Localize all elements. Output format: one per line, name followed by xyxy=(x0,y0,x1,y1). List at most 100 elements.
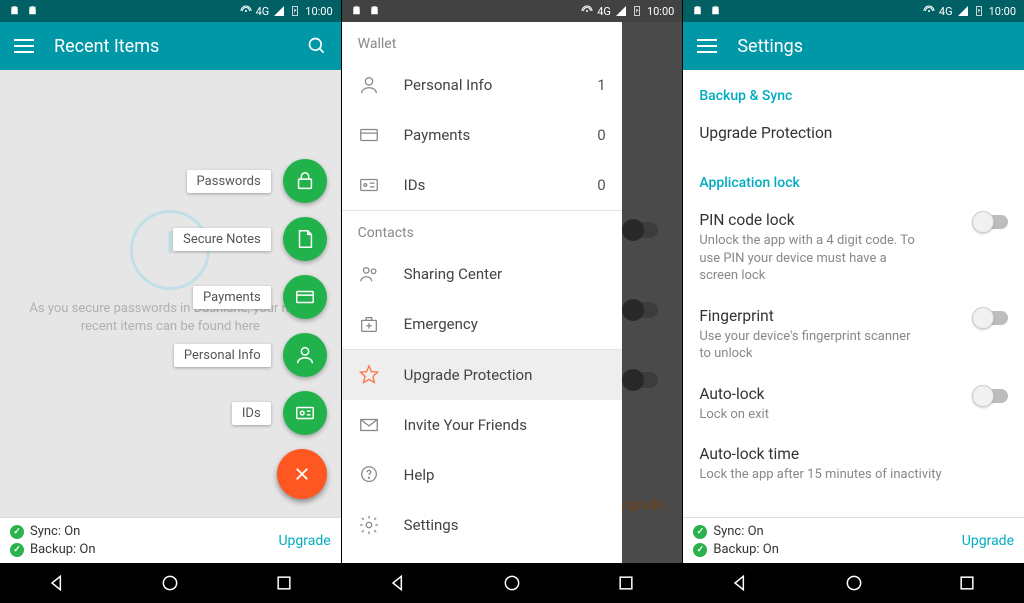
search-icon[interactable] xyxy=(307,36,327,56)
drawer-item-help[interactable]: Help xyxy=(342,450,622,500)
drawer-item-settings[interactable]: Settings xyxy=(342,500,622,550)
network-label: 4G xyxy=(256,5,270,18)
android-icon xyxy=(691,5,704,18)
menu-icon[interactable] xyxy=(14,45,34,47)
emergency-icon xyxy=(358,313,380,335)
page-title: Recent Items xyxy=(54,36,287,57)
navigation-drawer: Wallet Personal Info 1 Payments 0 IDs 0 xyxy=(342,22,622,563)
setting-item-autolock[interactable]: Auto-lock Lock on exit xyxy=(683,375,1024,436)
upgrade-link[interactable]: Upgrade xyxy=(278,533,330,549)
fab-secure-notes[interactable]: Secure Notes xyxy=(173,217,327,261)
mail-icon xyxy=(358,414,380,436)
fab-label: Secure Notes xyxy=(173,228,271,251)
fab-label: IDs xyxy=(232,402,271,425)
drawer-item-upgrade[interactable]: Upgrade Protection xyxy=(342,350,622,400)
check-icon xyxy=(693,525,707,539)
fab-label: Passwords xyxy=(187,170,271,193)
setting-subtitle: Lock the app after 15 minutes of inactiv… xyxy=(699,466,958,484)
note-icon xyxy=(294,228,316,250)
check-icon xyxy=(10,543,24,557)
drawer-item-personal-info[interactable]: Personal Info 1 xyxy=(342,60,622,110)
clock-label: 10:00 xyxy=(647,5,674,18)
back-button[interactable] xyxy=(388,573,408,593)
section-header-applock: Application lock xyxy=(683,157,1024,201)
drawer-item-payments[interactable]: Payments 0 xyxy=(342,110,622,160)
drawer-label: Emergency xyxy=(404,315,478,333)
status-bar: 4G 10:00 xyxy=(0,0,341,22)
fab-passwords[interactable]: Passwords xyxy=(187,159,327,203)
home-button[interactable] xyxy=(502,573,522,593)
fab-main[interactable] xyxy=(277,449,327,499)
switch-pin[interactable] xyxy=(974,215,1008,229)
card-icon xyxy=(358,124,380,146)
person-icon xyxy=(358,74,380,96)
clock-label: 10:00 xyxy=(989,5,1016,18)
setting-item-upgrade-protection[interactable]: Upgrade Protection xyxy=(683,114,1024,157)
drawer-item-sharing[interactable]: Sharing Center xyxy=(342,249,622,299)
fab-personal-info[interactable]: Personal Info xyxy=(174,333,327,377)
signal-icon xyxy=(957,5,969,17)
fab-ids[interactable]: IDs xyxy=(232,391,327,435)
drawer-label: Personal Info xyxy=(404,76,493,94)
check-icon xyxy=(10,525,24,539)
settings-content: Backup & Sync Upgrade Protection Applica… xyxy=(683,70,1024,517)
hotspot-icon xyxy=(240,5,252,17)
lock-icon xyxy=(294,170,316,192)
phone-3: 4G 10:00 Settings Backup & Sync Upgrade … xyxy=(682,0,1024,603)
drawer-label: Upgrade Protection xyxy=(404,366,533,384)
battery-icon xyxy=(631,5,643,17)
gear-icon xyxy=(358,514,380,536)
signal-icon xyxy=(273,5,285,17)
action-bar: Recent Items xyxy=(0,22,341,70)
recent-apps-button[interactable] xyxy=(957,573,977,593)
network-label: 4G xyxy=(939,5,953,18)
switch-autolock[interactable] xyxy=(974,389,1008,403)
android-nav-bar xyxy=(683,563,1024,603)
menu-icon[interactable] xyxy=(697,45,717,47)
back-button[interactable] xyxy=(730,573,750,593)
status-footer: Sync: On Backup: On Upgrade xyxy=(0,517,341,563)
setting-title: Auto-lock time xyxy=(699,445,958,463)
setting-item-fingerprint[interactable]: Fingerprint Use your device's fingerprin… xyxy=(683,297,1024,375)
id-icon xyxy=(294,402,316,424)
android-icon xyxy=(8,5,21,18)
fab-payments[interactable]: Payments xyxy=(193,275,327,319)
upgrade-link[interactable]: Upgrade xyxy=(962,533,1014,549)
check-icon xyxy=(693,543,707,557)
drawer-item-emergency[interactable]: Emergency xyxy=(342,299,622,349)
drawer-count: 1 xyxy=(597,76,605,94)
drawer-item-ids[interactable]: IDs 0 xyxy=(342,160,622,210)
setting-item-autolock-time[interactable]: Auto-lock time Lock the app after 15 min… xyxy=(683,435,1024,496)
home-button[interactable] xyxy=(844,573,864,593)
android-nav-bar xyxy=(0,563,341,603)
section-header-backup: Backup & Sync xyxy=(683,70,1024,114)
drawer-section-contacts: Contacts xyxy=(342,211,622,249)
signal-icon xyxy=(615,5,627,17)
drawer-count: 0 xyxy=(597,126,605,144)
setting-title: Upgrade Protection xyxy=(699,124,958,142)
android-icon xyxy=(709,5,722,18)
hotspot-icon xyxy=(581,5,593,17)
fab-label: Payments xyxy=(193,286,271,309)
android-nav-bar xyxy=(342,563,683,603)
drawer-label: Invite Your Friends xyxy=(404,416,527,434)
action-bar: Settings xyxy=(683,22,1024,70)
back-button[interactable] xyxy=(47,573,67,593)
phone-1: 4G 10:00 Recent Items As you secure pass… xyxy=(0,0,341,603)
home-button[interactable] xyxy=(160,573,180,593)
drawer-label: Settings xyxy=(404,516,459,534)
setting-item-pin[interactable]: PIN code lock Unlock the app with a 4 di… xyxy=(683,201,1024,297)
help-icon xyxy=(358,464,380,486)
recent-apps-button[interactable] xyxy=(274,573,294,593)
person-icon xyxy=(294,344,316,366)
battery-icon xyxy=(289,5,301,17)
background-content: ograde Wallet Personal Info 1 Payments 0… xyxy=(342,22,683,563)
setting-subtitle: Use your device's fingerprint scanner to… xyxy=(699,328,924,363)
setting-subtitle: Lock on exit xyxy=(699,406,924,424)
switch-fingerprint[interactable] xyxy=(974,311,1008,325)
id-icon xyxy=(358,174,380,196)
close-icon xyxy=(293,465,311,483)
recent-apps-button[interactable] xyxy=(616,573,636,593)
backup-status: Backup: On xyxy=(713,542,779,557)
drawer-item-invite[interactable]: Invite Your Friends xyxy=(342,400,622,450)
